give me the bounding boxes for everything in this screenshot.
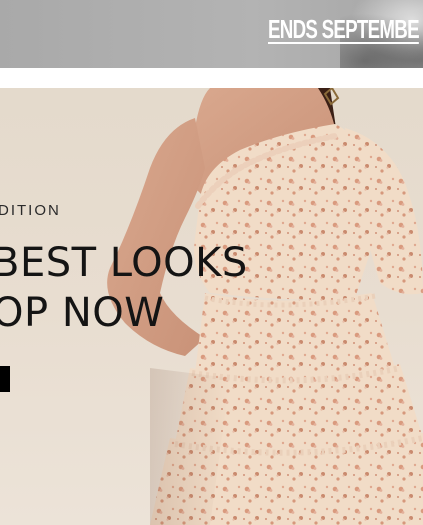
promo-banner[interactable]: ENDS SEPTEMBE — [0, 0, 423, 68]
hero-banner[interactable]: DITION BEST LOOKS OP NOW — [0, 88, 423, 525]
hero-headline-line-2: OP NOW — [0, 290, 165, 336]
hero-headline-line-1: BEST LOOKS — [0, 240, 248, 286]
hero-eyebrow-text: DITION — [0, 202, 61, 219]
promo-banner-text[interactable]: ENDS SEPTEMBE — [268, 14, 420, 45]
hero-headline: BEST LOOKS OP NOW — [0, 238, 248, 338]
shop-now-button[interactable] — [0, 366, 10, 392]
page: ENDS SEPTEMBE DITION BEST LOOKS OP NOW — [0, 0, 423, 525]
